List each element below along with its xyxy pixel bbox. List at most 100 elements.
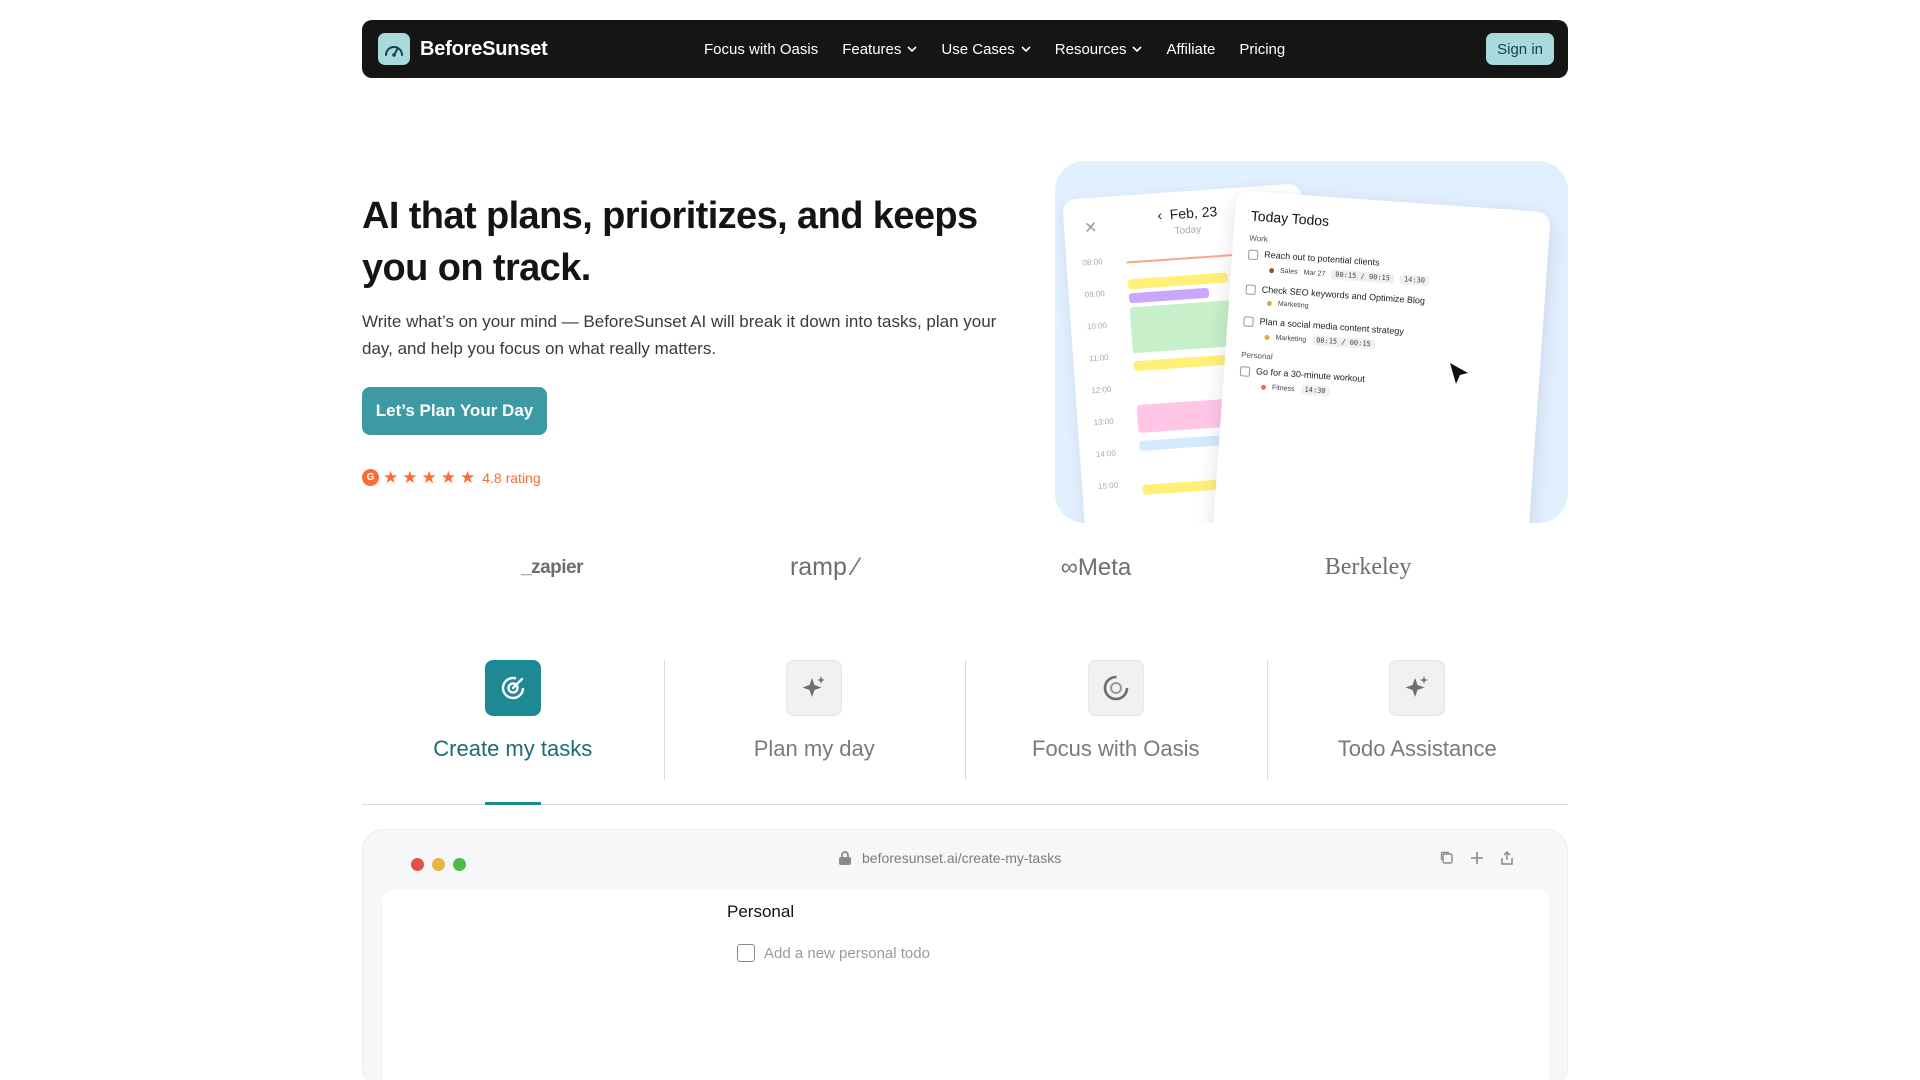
tab-label: Todo Assistance [1337, 736, 1497, 761]
window-controls [411, 858, 466, 871]
rating: G ★ ★ ★ ★ ★ 4.8 rating [362, 469, 541, 486]
today-todos-card: Today Todos Work Reach out to potential … [1210, 190, 1551, 523]
todo-clock: 14:30 [1399, 274, 1430, 287]
chevron-down-icon [907, 46, 917, 53]
rating-text: 4.8 rating [482, 469, 541, 486]
calendar-date-text: Feb, 23 [1169, 203, 1218, 223]
feature-tabs: Create my tasks Plan my day Focus with O… [362, 660, 1568, 805]
meta-logo: ∞Meta [996, 554, 1196, 582]
hero-title: AI that plans, prioritizes, and keeps yo… [362, 195, 978, 289]
add-todo-input[interactable]: Add a new personal todo [764, 945, 930, 962]
sign-in-button[interactable]: Sign in [1486, 33, 1554, 65]
todo-time: 00:15 / 00:15 [1330, 269, 1395, 284]
focus-icon [1087, 660, 1144, 716]
star-icon: ★ [402, 468, 418, 487]
url-text: beforesunset.ai/create-my-tasks [862, 850, 1062, 866]
tag-dot [1260, 384, 1267, 390]
tab-plan-my-day[interactable]: Plan my day [663, 660, 966, 804]
time-slot: 09:00 [1084, 289, 1106, 300]
sparkle-icon [1389, 660, 1446, 716]
time-slot: 11:00 [1088, 352, 1109, 364]
todo-clock: 14:30 [1300, 384, 1330, 397]
todo-time: 00:15 / 00:15 [1311, 335, 1376, 350]
calendar-date: ‹ Feb, 23 [1156, 203, 1218, 224]
todo-tag: Marketing [1277, 300, 1309, 310]
todo-checkbox[interactable] [1247, 249, 1259, 261]
top-navbar: BeforeSunset Focus with Oasis Features U… [362, 20, 1568, 78]
tab-focus-with-oasis[interactable]: Focus with Oasis [965, 660, 1267, 804]
plan-your-day-button[interactable]: Let’s Plan Your Day [362, 387, 547, 435]
maximize-dot-icon [453, 858, 466, 871]
nav-focus-with-oasis[interactable]: Focus with Oasis [704, 41, 818, 58]
todo-checkbox[interactable] [737, 944, 755, 962]
time-slot: 13:00 [1093, 416, 1114, 428]
star-icon: ★ [421, 468, 437, 487]
ramp-logo: ramp ⁄ [724, 553, 924, 582]
star-icon: ★ [383, 468, 399, 487]
time-slot: 14:00 [1095, 448, 1117, 460]
nav-label: Resources [1054, 40, 1127, 58]
meta-logo-text: Meta [1077, 553, 1132, 581]
chevron-down-icon [1132, 46, 1143, 53]
time-slot: 15:00 [1097, 480, 1119, 492]
tab-todo-assistance[interactable]: Todo Assistance [1266, 660, 1569, 804]
calendar-today: Today [1174, 224, 1202, 238]
address-bar[interactable]: beforesunset.ai/create-my-tasks [838, 850, 1061, 866]
todo-checkbox[interactable] [1245, 284, 1257, 296]
lock-icon [839, 851, 851, 865]
beforesunset-logo-icon [378, 33, 410, 65]
brand[interactable]: BeforeSunset [378, 33, 548, 65]
todo-tag: Sales [1279, 267, 1298, 276]
ramp-mark-icon: ⁄ [853, 553, 859, 581]
cursor-icon [1450, 363, 1468, 384]
todo-tag: Marketing [1275, 334, 1307, 344]
browser-content: Personal Add a new personal todo [383, 890, 1549, 1080]
calendar-event [1136, 398, 1229, 434]
add-todo-row[interactable]: Add a new personal todo [737, 944, 930, 962]
nav-affiliate[interactable]: Affiliate [1166, 41, 1215, 58]
zapier-logo: _zapier [521, 556, 583, 578]
time-slot: 12:00 [1091, 384, 1112, 396]
tab-label: Create my tasks [433, 736, 593, 761]
todo-checkbox[interactable] [1239, 366, 1251, 377]
time-slot: 08:00 [1082, 257, 1103, 268]
nav-label: Pricing [1239, 40, 1286, 58]
tag-dot [1264, 334, 1270, 340]
nav-resources[interactable]: Resources [1055, 41, 1143, 58]
nav-features[interactable]: Features [842, 41, 917, 58]
nav-label: Use Cases [941, 40, 1015, 58]
nav-label: Focus with Oasis [704, 40, 819, 58]
close-icon: ✕ [1083, 219, 1099, 238]
todo-text: Go for a 30-minute workout [1255, 366, 1366, 384]
todo-checkbox[interactable] [1243, 316, 1254, 327]
tag-dot [1268, 267, 1275, 273]
customer-logos: _zapier ramp ⁄ ∞Meta Berkeley [452, 553, 1468, 582]
copy-icon[interactable] [1439, 850, 1455, 866]
browser-actions [1439, 850, 1515, 866]
calendar-event [1128, 287, 1210, 304]
tab-label: Plan my day [753, 736, 875, 761]
tab-create-my-tasks[interactable]: Create my tasks [362, 660, 664, 805]
brand-name: BeforeSunset [420, 37, 548, 60]
nav-links: Focus with Oasis Features Use Cases Reso… [704, 20, 1285, 78]
calendar-event [1142, 479, 1223, 495]
star-icon: ★ [440, 468, 456, 487]
nav-pricing[interactable]: Pricing [1239, 41, 1285, 58]
section-heading: Personal [727, 902, 795, 921]
chevron-down-icon [1021, 46, 1031, 53]
browser-mockup: beforesunset.ai/create-my-tasks Personal… [362, 829, 1568, 1080]
plus-icon[interactable] [1469, 850, 1485, 866]
close-dot-icon [411, 858, 424, 871]
hero-preview-image: ✕ ‹ Feb, 23 Today 08:00 09:00 10:00 11:0… [1055, 161, 1568, 523]
meta-infinity-icon: ∞ [1060, 553, 1078, 581]
todo-tag: Fitness [1271, 383, 1295, 393]
sparkle-icon [786, 660, 843, 716]
active-tab-indicator [484, 802, 541, 805]
tag-dot [1266, 300, 1272, 307]
berkeley-logo: Berkeley [1324, 554, 1412, 580]
nav-label: Affiliate [1166, 40, 1216, 58]
target-icon [484, 660, 541, 716]
share-icon[interactable] [1499, 850, 1515, 866]
star-icon: ★ [460, 468, 476, 487]
nav-use-cases[interactable]: Use Cases [941, 40, 1031, 58]
